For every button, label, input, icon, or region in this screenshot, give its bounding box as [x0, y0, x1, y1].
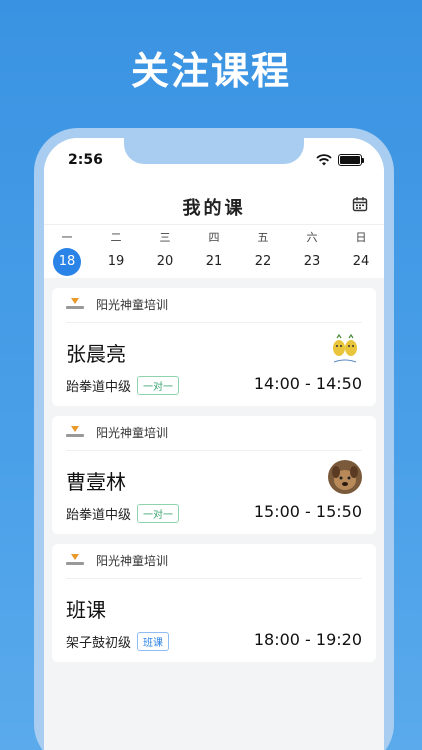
date-number: 22 — [254, 254, 272, 269]
status-time: 2:56 — [68, 152, 103, 168]
org-logo — [66, 425, 84, 440]
wifi-icon — [316, 154, 332, 166]
class-type-tag: 一对一 — [137, 504, 180, 523]
battery-tip — [362, 157, 364, 163]
weekday-label: 四 — [208, 231, 220, 244]
time-slot: 14:00 - 14:50 — [253, 374, 362, 393]
status-icons — [316, 154, 364, 166]
teacher-name: 张晨亮 — [66, 342, 126, 366]
day-wed[interactable]: 三 20 — [148, 230, 182, 276]
weekday-label: 二 — [110, 231, 122, 244]
calendar-icon[interactable] — [352, 196, 368, 212]
date-number: 21 — [205, 254, 223, 269]
date-number: 24 — [352, 254, 370, 269]
time-slot: 15:00 - 15:50 — [253, 502, 362, 521]
org-row: 阳光神童培训 — [66, 424, 168, 441]
weekday-label: 五 — [257, 231, 269, 244]
org-name: 阳光神童培训 — [96, 298, 169, 312]
class-type-tag: 班课 — [137, 632, 170, 651]
day-tue[interactable]: 二 19 — [99, 230, 133, 276]
avatar — [328, 460, 362, 494]
avatar — [328, 332, 362, 366]
weekday-label: 六 — [306, 231, 318, 244]
date-number: 18 — [53, 248, 81, 276]
battery-icon — [338, 154, 362, 166]
day-sun[interactable]: 日 24 — [344, 230, 378, 276]
course-name: 跆拳道中级 — [66, 508, 132, 523]
phone-screen: 2:56 我的课 一 18 二 19 三 20 四 21 五 22 六 23 日… — [44, 138, 384, 750]
week-strip: 一 18 二 19 三 20 四 21 五 22 六 23 日 24 — [44, 230, 384, 276]
date-number: 19 — [107, 254, 125, 269]
day-fri[interactable]: 五 22 — [246, 230, 280, 276]
course-info: 跆拳道中级 一对一 — [66, 504, 180, 523]
course-info: 架子鼓初级 班课 — [66, 632, 170, 651]
org-name: 阳光神童培训 — [96, 426, 169, 440]
course-name: 架子鼓初级 — [66, 636, 132, 651]
org-logo — [66, 553, 84, 568]
course-info: 跆拳道中级 一对一 — [66, 376, 180, 395]
status-bar: 2:56 — [68, 152, 364, 170]
app-title: 我的课 — [182, 198, 246, 219]
class-type-tag: 一对一 — [137, 376, 180, 395]
time-slot: 18:00 - 19:20 — [253, 630, 362, 649]
date-number: 20 — [156, 254, 174, 269]
class-title: 班课 — [66, 598, 106, 622]
weekday-label: 日 — [355, 231, 367, 244]
course-card[interactable]: 阳光神童培训 班课 架子鼓初级 班课 18:00 - 19:20 — [52, 544, 376, 662]
page-headline: 关注课程 — [130, 49, 291, 93]
org-row: 阳光神童培训 — [66, 552, 168, 569]
day-sat[interactable]: 六 23 — [295, 230, 329, 276]
top-panel: 2:56 我的课 一 18 二 19 三 20 四 21 五 22 六 23 日… — [44, 138, 384, 278]
teacher-name: 曹壹林 — [66, 470, 126, 494]
day-mon[interactable]: 一 18 — [50, 230, 84, 276]
phone-frame: 2:56 我的课 一 18 二 19 三 20 四 21 五 22 六 23 日… — [34, 128, 394, 750]
card-divider — [66, 578, 362, 579]
date-number: 23 — [303, 254, 321, 269]
weekday-label: 一 — [61, 231, 73, 244]
card-divider — [66, 322, 362, 323]
org-logo — [66, 297, 84, 312]
course-card[interactable]: 阳光神童培训 曹壹林 跆拳道中级 一对一 15:00 - 15:50 — [52, 416, 376, 534]
header-divider — [44, 224, 384, 225]
weekday-label: 三 — [159, 231, 171, 244]
course-name: 跆拳道中级 — [66, 380, 132, 395]
course-card[interactable]: 阳光神童培训 张晨亮 跆拳道中级 一对一 14:00 - 14:50 — [52, 288, 376, 406]
org-row: 阳光神童培训 — [66, 296, 168, 313]
card-divider — [66, 450, 362, 451]
day-thu[interactable]: 四 21 — [197, 230, 231, 276]
org-name: 阳光神童培训 — [96, 554, 169, 568]
